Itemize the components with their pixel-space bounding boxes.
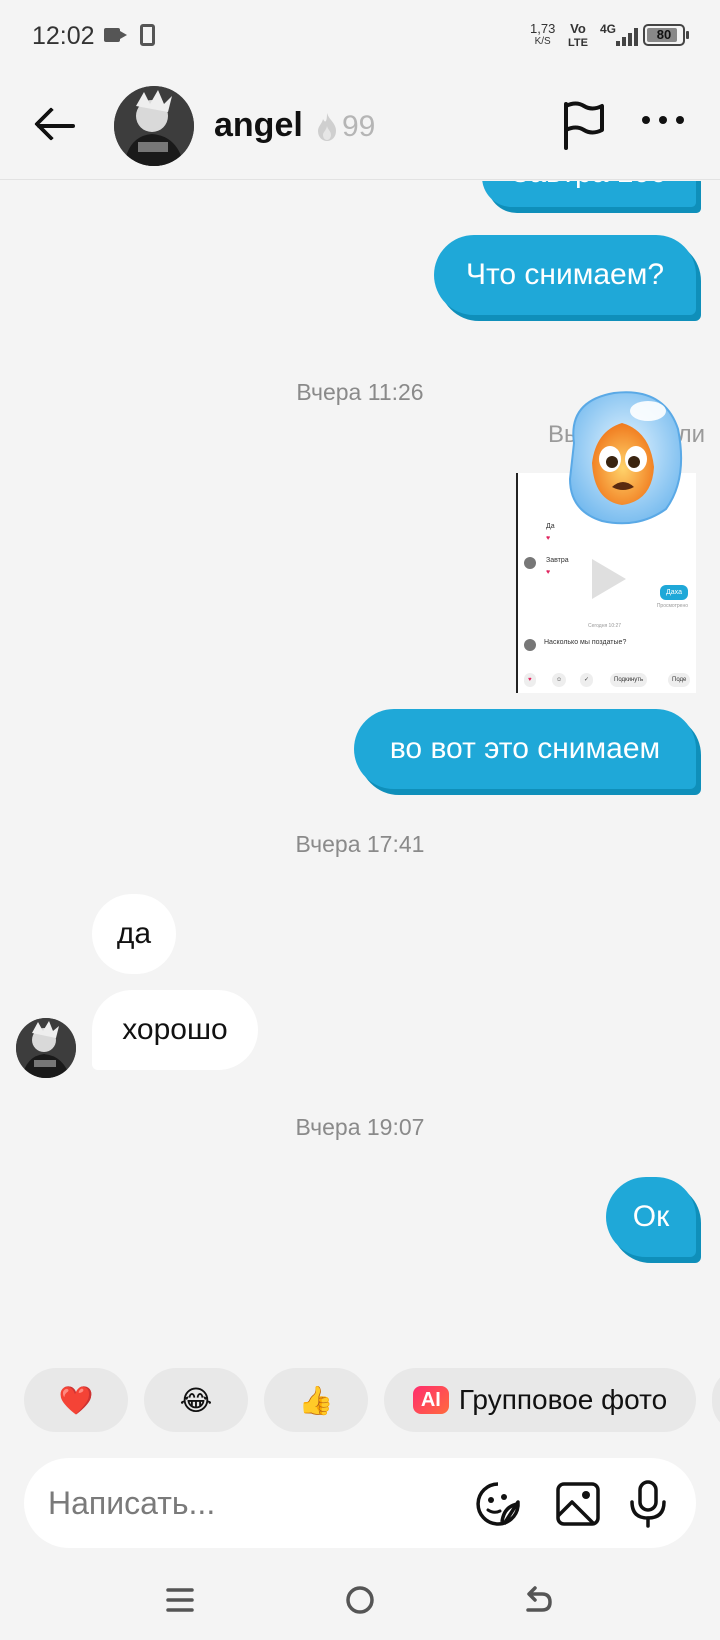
preview-question: Насколько мы поздатые?	[544, 639, 627, 646]
quick-reply-laugh[interactable]: 😂	[144, 1368, 248, 1432]
preview-blue-message: Даха	[660, 585, 688, 600]
home-icon[interactable]	[340, 1580, 380, 1620]
message-text: во вот это снимаем	[389, 732, 661, 765]
signal-icon	[614, 28, 638, 46]
message-text: хорошо	[122, 1013, 228, 1046]
status-bar: 12:02 1,73 K/S Vo LTE 4G 80	[0, 0, 720, 72]
microphone-icon[interactable]	[624, 1480, 672, 1528]
network-speed-value: 1,73	[530, 21, 556, 36]
preview-avatar	[524, 639, 536, 651]
preview-text: Завтра	[546, 557, 569, 564]
contact-avatar[interactable]	[114, 86, 194, 166]
message-text: да	[116, 917, 152, 950]
flame-icon	[318, 113, 336, 141]
back-nav-icon[interactable]	[518, 1580, 558, 1620]
time-separator: Вчера 19:07	[295, 1114, 425, 1140]
preview-avatar	[524, 557, 536, 569]
preview-like-pill: ✓	[580, 673, 594, 687]
contact-name[interactable]: angel	[214, 106, 303, 145]
flag-icon[interactable]	[560, 100, 608, 152]
heart-icon: ♥	[546, 569, 551, 576]
contact-avatar-small[interactable]	[16, 1018, 76, 1078]
quick-reply-thumbs-up[interactable]: 👍	[264, 1368, 368, 1432]
status-time: 12:02	[32, 22, 95, 50]
message-text: Что снимаем?	[465, 258, 665, 291]
battery-icon: 80	[643, 24, 689, 46]
message-outgoing[interactable]: Что снимаем?	[434, 235, 696, 315]
chat-header: angel 99	[0, 72, 720, 180]
preview-laugh-pill: ☺	[552, 673, 567, 687]
preview-more-pill: Поде	[668, 673, 691, 687]
streak-indicator: 99	[316, 110, 375, 144]
sim-card-icon	[140, 24, 155, 46]
heart-icon: ♥	[546, 535, 551, 542]
image-icon[interactable]	[554, 1480, 602, 1528]
preview-text: Да	[546, 523, 555, 530]
message-incoming[interactable]: хорошо	[92, 990, 258, 1070]
chat-screen: 12:02 1,73 K/S Vo LTE 4G 80 angel 99 Что…	[0, 0, 720, 1640]
message-input[interactable]	[48, 1478, 428, 1528]
scared-sticker-icon	[556, 383, 690, 533]
preview-time: Сегодня 10:27	[588, 623, 622, 629]
message-incoming[interactable]: да	[92, 894, 176, 974]
system-nav-bar	[0, 1560, 720, 1640]
message-text: Завтра 100	[511, 181, 667, 189]
message-outgoing[interactable]: Ок	[606, 1177, 696, 1257]
quick-reply-laugh-emoji: 😂	[179, 1384, 213, 1416]
preview-suggest-pill: Подкинуть	[610, 673, 648, 687]
time-separator: Вчера 17:41	[295, 831, 425, 857]
volte-bottom-label: LTE	[568, 37, 588, 49]
quick-reply-overflow[interactable]	[712, 1368, 720, 1432]
battery-level: 80	[656, 27, 672, 42]
play-icon	[592, 559, 626, 599]
network-speed: 1,73 K/S	[530, 22, 555, 48]
message-text: Ок	[632, 1200, 670, 1233]
group-photo-label: Групповое фото	[458, 1384, 668, 1415]
group-photo-button[interactable]: AI Групповое фото	[384, 1368, 696, 1432]
message-outgoing[interactable]: во вот это снимаем	[354, 709, 696, 789]
preview-heart-pill: ♥	[524, 673, 536, 687]
streak-count: 99	[342, 110, 376, 143]
video-camera-icon	[104, 28, 127, 42]
more-options-icon[interactable]	[640, 108, 686, 134]
quick-reply-thumbs-up-emoji: 👍	[298, 1384, 334, 1416]
quick-reply-heart-emoji: ❤️	[58, 1384, 94, 1416]
message-list[interactable]: Завтра 100 Что снимаем? Вчера 11:26 Вы о…	[0, 181, 720, 1335]
message-composer	[24, 1458, 696, 1548]
sticker-icon[interactable]	[474, 1480, 522, 1528]
back-button[interactable]	[30, 100, 82, 152]
message-outgoing[interactable]: Завтра 100	[482, 181, 696, 207]
volte-top-label: Vo	[570, 21, 586, 36]
network-speed-unit: K/S	[534, 36, 551, 47]
quick-replies: ❤️ 😂 👍 AI Групповое фото	[0, 1368, 720, 1432]
preview-seen: Просмотрено	[656, 603, 688, 609]
ai-icon: AI	[412, 1386, 449, 1414]
volte-indicator: Vo LTE	[568, 22, 588, 50]
menu-icon[interactable]	[160, 1580, 200, 1620]
quick-reply-heart[interactable]: ❤️	[24, 1368, 128, 1432]
